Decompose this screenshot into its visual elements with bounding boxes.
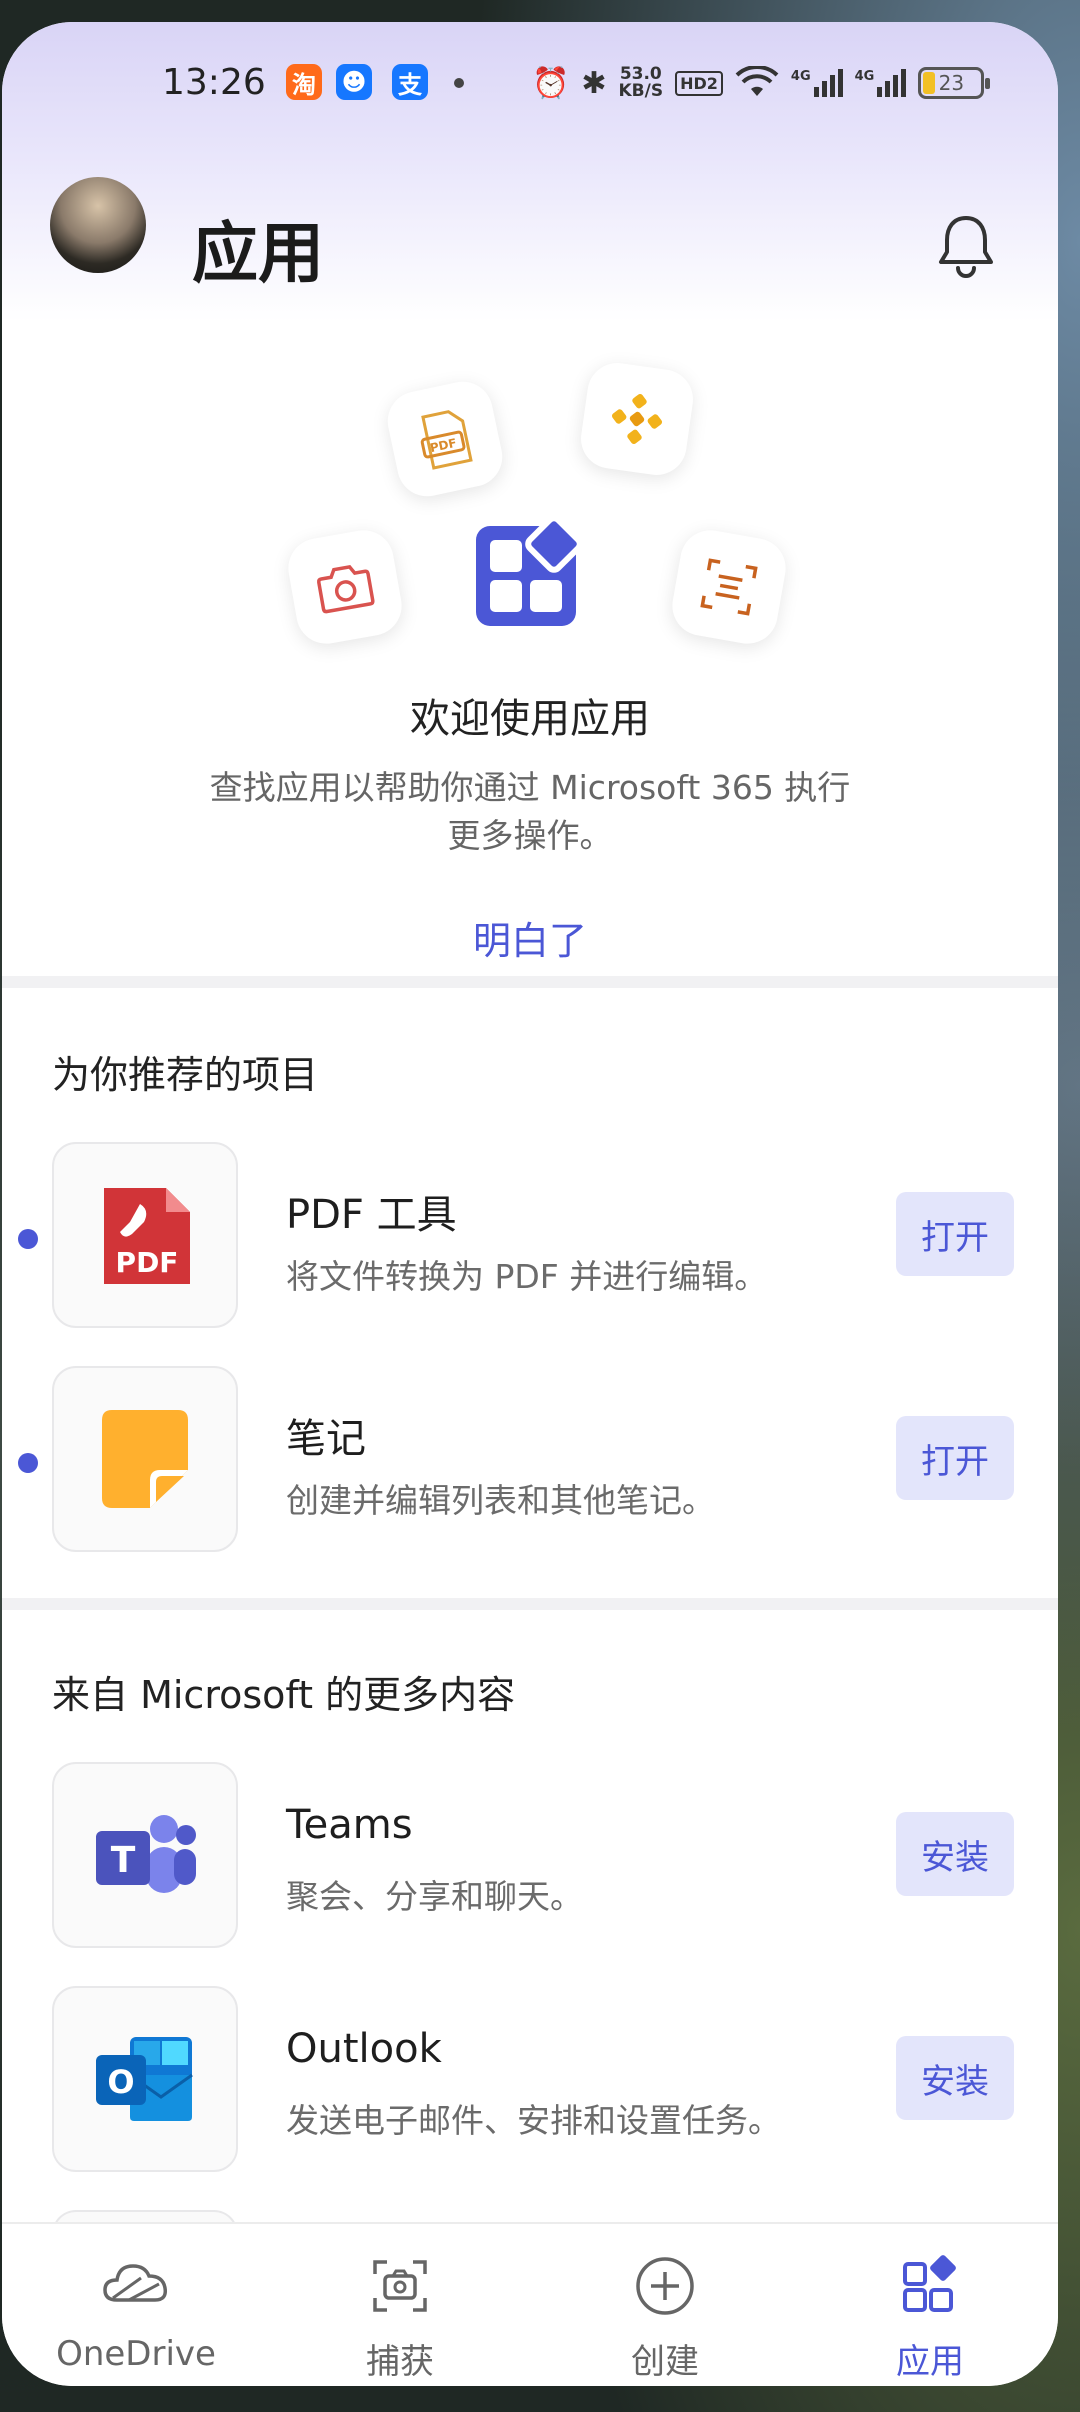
pdf-icon: PDF: [104, 1188, 190, 1284]
battery-level: 23: [938, 71, 965, 95]
app-description: 聚会、分享和聊天。: [286, 1877, 583, 1916]
nav-onedrive[interactable]: OneDrive: [26, 2224, 246, 2386]
app-description: 将文件转换为 PDF 并进行编辑。: [286, 1257, 768, 1296]
pdf-icon-label: PDF: [116, 1246, 179, 1279]
qq-icon: ☻: [336, 64, 372, 100]
signal-2: 4G: [855, 69, 907, 97]
list-item-teams[interactable]: T Teams 聚会、分享和聊天。 安装: [2, 1762, 1058, 1952]
taobao-icon: 淘: [286, 64, 322, 100]
nav-label: OneDrive: [56, 2334, 216, 2374]
pdf-app-tile: PDF: [52, 1142, 238, 1328]
page-title: 应用: [192, 215, 324, 292]
nav-create[interactable]: 创建: [555, 2224, 775, 2386]
pdf-file-icon: PDF: [382, 376, 508, 502]
teams-icon-label: T: [111, 1840, 136, 1881]
battery-icon: 23: [918, 67, 991, 99]
install-button[interactable]: 安装: [896, 2036, 1014, 2120]
bottom-navigation: OneDrive 捕获 创建 应用: [2, 2222, 1058, 2386]
new-indicator-dot: [18, 1453, 38, 1473]
nav-label: 应用: [896, 2342, 964, 2382]
outlook-icon: O: [96, 2037, 193, 2121]
new-indicator-dot: [18, 1229, 38, 1249]
teams-icon: T: [96, 1815, 196, 1893]
net-speed: 53.0 KB/S: [619, 66, 664, 100]
app-screen: 13:26 淘 ☻ 支 ⏰ ✱ 53.0 KB/S HD2 4G 4G 23 应…: [2, 22, 1058, 2386]
outlook-app-tile: O: [52, 1986, 238, 2172]
app-name: PDF 工具: [286, 1192, 457, 1238]
apps-icon: [903, 2255, 956, 2312]
alarm-icon: ⏰: [532, 65, 570, 101]
text-scan-icon: [667, 525, 791, 649]
app-name: Outlook: [286, 2026, 442, 2072]
avatar[interactable]: [50, 177, 146, 273]
cloud-icon: [103, 2264, 168, 2302]
welcome-description: 查找应用以帮助你通过 Microsoft 365 执行更多操作。: [209, 768, 851, 855]
list-item-notes[interactable]: 笔记 创建并编辑列表和其他笔记。 打开: [2, 1366, 1058, 1556]
more-section-title: 来自 Microsoft 的更多内容: [52, 1673, 516, 1717]
notification-dot-icon: [454, 78, 464, 88]
bell-icon[interactable]: [936, 212, 996, 278]
camera-capture-icon: [373, 2260, 427, 2312]
plus-circle-icon: [636, 2257, 694, 2315]
list-item-pdf-tools[interactable]: PDF PDF 工具 将文件转换为 PDF 并进行编辑。 打开: [2, 1142, 1058, 1332]
wifi-icon: [735, 66, 779, 96]
status-bar: 13:26 淘 ☻ 支 ⏰ ✱ 53.0 KB/S HD2 4G 4G 23: [2, 44, 1058, 134]
network-type-2: 4G: [854, 69, 875, 84]
status-time: 13:26: [162, 62, 266, 103]
open-button[interactable]: 打开: [896, 1192, 1014, 1276]
bluetooth-icon: ✱: [581, 65, 607, 101]
outlook-icon-label: O: [107, 2063, 134, 2101]
hd-icon: HD2: [675, 70, 723, 96]
open-button[interactable]: 打开: [896, 1416, 1014, 1500]
got-it-button[interactable]: 明白了: [2, 910, 1058, 965]
sticky-note-icon: [102, 1410, 188, 1508]
nav-apps[interactable]: 应用: [820, 2224, 1040, 2386]
app-description: 创建并编辑列表和其他笔记。: [286, 1481, 715, 1520]
network-type-1: 4G: [790, 69, 811, 84]
recommended-section-title: 为你推荐的项目: [52, 1053, 319, 1097]
notes-app-tile: [52, 1366, 238, 1552]
app-name: Teams: [286, 1802, 413, 1848]
nav-label: 捕获: [366, 2342, 434, 2382]
net-speed-unit: KB/S: [618, 81, 664, 101]
status-icons: ⏰ ✱ 53.0 KB/S HD2 4G 4G 23: [532, 58, 991, 108]
camera-icon: [283, 525, 407, 649]
alipay-icon: 支: [392, 64, 428, 100]
signal-1: 4G: [791, 69, 843, 97]
section-divider: [2, 1598, 1058, 1610]
app-description: 发送电子邮件、安排和设置任务。: [286, 2101, 781, 2140]
apps-hero-icon: [476, 516, 583, 626]
app-name: 笔记: [286, 1416, 366, 1462]
install-button[interactable]: 安装: [896, 1812, 1014, 1896]
teams-app-tile: T: [52, 1762, 238, 1948]
nav-capture[interactable]: 捕获: [290, 2224, 510, 2386]
diamond-dots-icon: [577, 359, 697, 479]
welcome-title: 欢迎使用应用: [410, 696, 650, 742]
section-divider: [2, 976, 1058, 988]
list-item-outlook[interactable]: O Outlook 发送电子邮件、安排和设置任务。 安装: [2, 1986, 1058, 2176]
nav-label: 创建: [631, 2342, 699, 2382]
